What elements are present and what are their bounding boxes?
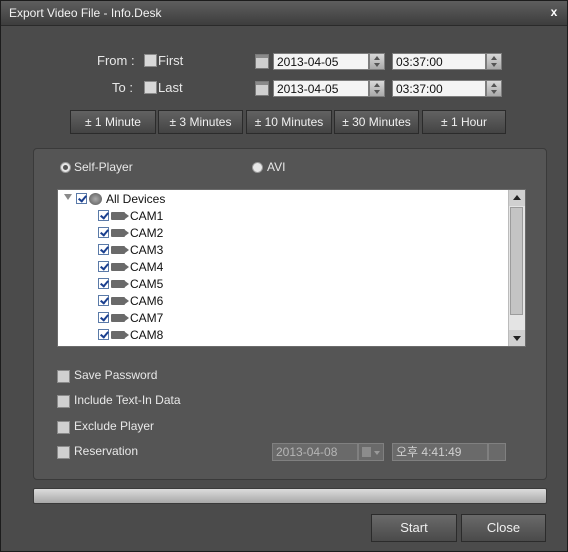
camera-icon [111, 297, 129, 305]
to-time-field[interactable]: 03:37:00 [392, 80, 486, 97]
plus-minus-3-minutes-button[interactable]: ± 3 Minutes [158, 110, 243, 134]
cam5-checkbox[interactable] [98, 278, 109, 289]
plus-minus-1-hour-button[interactable]: ± 1 Hour [422, 110, 506, 134]
from-label: From : [97, 53, 135, 68]
plus-minus-10-minutes-button[interactable]: ± 10 Minutes [246, 110, 332, 134]
device-tree[interactable]: All Devices CAM1 CAM2 CAM3 CAM4 CAM5 CAM… [57, 189, 526, 347]
reservation-date-dropdown [358, 443, 384, 461]
cam3-label: CAM3 [130, 243, 164, 257]
cam4-checkbox[interactable] [98, 261, 109, 272]
tree-item-cam1[interactable]: CAM1 [98, 209, 298, 226]
camera-icon [111, 263, 129, 271]
close-button[interactable]: Close [461, 514, 546, 542]
expand-arrow-icon[interactable] [64, 194, 72, 200]
reservation-time-spinner [488, 443, 506, 461]
include-text-checkbox[interactable] [57, 395, 70, 408]
camera-icon [111, 212, 129, 220]
cam8-checkbox[interactable] [98, 329, 109, 340]
cam7-label: CAM7 [130, 311, 164, 325]
calendar-icon [362, 447, 371, 457]
reservation-label: Reservation [74, 444, 139, 458]
camera-icon [111, 331, 129, 339]
camera-icon [111, 229, 129, 237]
export-progress-bar [33, 488, 547, 504]
cam6-label: CAM6 [130, 294, 164, 308]
chevron-down-icon [374, 451, 380, 455]
exclude-player-label: Exclude Player [74, 419, 155, 433]
avi-label: AVI [267, 160, 286, 174]
cam6-checkbox[interactable] [98, 295, 109, 306]
tree-item-cam4[interactable]: CAM4 [98, 260, 298, 277]
to-time-spinner[interactable] [486, 80, 502, 97]
include-text-label: Include Text-In Data [74, 393, 181, 407]
scroll-down-arrow-icon[interactable] [509, 330, 525, 346]
from-date-field[interactable]: 2013-04-05 [273, 53, 369, 70]
cam7-checkbox[interactable] [98, 312, 109, 323]
first-label: First [158, 53, 184, 68]
save-password-checkbox[interactable] [57, 370, 70, 383]
start-button[interactable]: Start [371, 514, 457, 542]
cam1-checkbox[interactable] [98, 210, 109, 221]
camera-icon [111, 280, 129, 288]
tree-item-cam2[interactable]: CAM2 [98, 226, 298, 243]
title-bar: Export Video File - Info.Desk x [1, 1, 567, 26]
tree-item-cam5[interactable]: CAM5 [98, 277, 298, 294]
reservation-date-field: 2013-04-08 [272, 443, 358, 461]
cam2-label: CAM2 [130, 226, 164, 240]
camera-icon [111, 246, 129, 254]
all-devices-checkbox[interactable] [76, 193, 87, 204]
export-dialog: Export Video File - Info.Desk x From : F… [0, 0, 568, 552]
avi-radio[interactable] [252, 162, 263, 173]
self-player-radio[interactable] [60, 162, 71, 173]
last-checkbox[interactable] [144, 81, 157, 94]
cam3-checkbox[interactable] [98, 244, 109, 255]
devices-icon [89, 193, 102, 205]
all-devices-label: All Devices [106, 192, 166, 206]
window-title: Export Video File - Info.Desk [9, 6, 162, 20]
tree-root[interactable]: All Devices [62, 192, 502, 209]
from-date-spinner[interactable] [369, 53, 385, 70]
plus-minus-1-minute-button[interactable]: ± 1 Minute [70, 110, 156, 134]
cam2-checkbox[interactable] [98, 227, 109, 238]
reservation-time-field: 오후 4:41:49 [392, 443, 488, 461]
close-icon[interactable]: x [547, 5, 561, 19]
exclude-player-checkbox[interactable] [57, 421, 70, 434]
calendar-icon[interactable] [255, 81, 269, 96]
last-label: Last [158, 80, 183, 95]
scroll-up-arrow-icon[interactable] [509, 190, 525, 206]
calendar-icon[interactable] [255, 54, 269, 69]
save-password-label: Save Password [74, 368, 158, 382]
plus-minus-30-minutes-button[interactable]: ± 30 Minutes [334, 110, 419, 134]
tree-item-cam7[interactable]: CAM7 [98, 311, 298, 328]
camera-icon [111, 314, 129, 322]
cam5-label: CAM5 [130, 277, 164, 291]
to-label: To : [112, 80, 133, 95]
cam8-label: CAM8 [130, 328, 164, 342]
cam4-label: CAM4 [130, 260, 164, 274]
tree-item-cam8[interactable]: CAM8 [98, 328, 298, 345]
to-date-field[interactable]: 2013-04-05 [273, 80, 369, 97]
from-time-spinner[interactable] [486, 53, 502, 70]
first-checkbox[interactable] [144, 54, 157, 67]
tree-scrollbar[interactable] [508, 190, 525, 346]
scroll-thumb[interactable] [510, 207, 523, 315]
reservation-checkbox[interactable] [57, 446, 70, 459]
from-time-field[interactable]: 03:37:00 [392, 53, 486, 70]
tree-item-cam6[interactable]: CAM6 [98, 294, 298, 311]
tree-item-cam3[interactable]: CAM3 [98, 243, 298, 260]
self-player-label: Self-Player [74, 160, 133, 174]
cam1-label: CAM1 [130, 209, 164, 223]
to-date-spinner[interactable] [369, 80, 385, 97]
